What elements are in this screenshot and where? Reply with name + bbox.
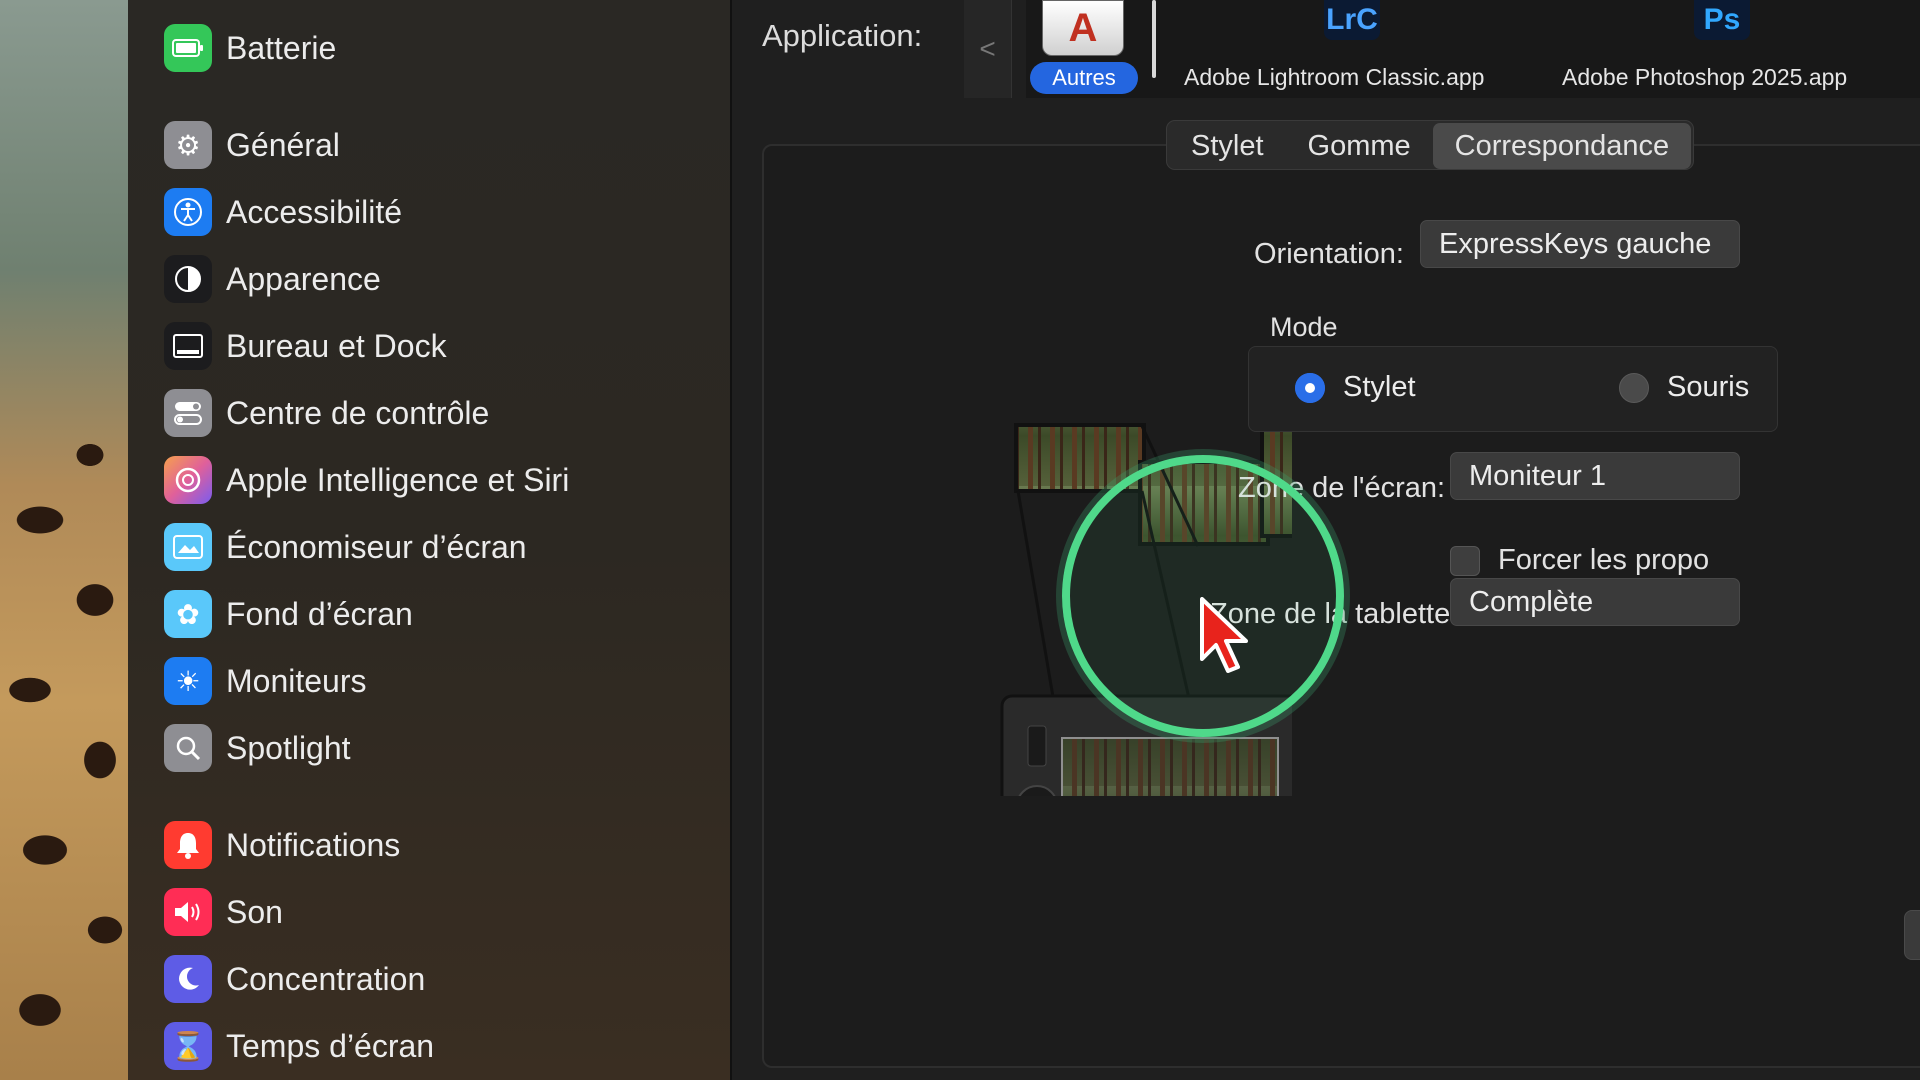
sidebar-item-fond-ecran[interactable]: ✿ Fond d’écran (164, 586, 413, 642)
sidebar-item-label: Accessibilité (226, 193, 403, 230)
desktop-wallpaper (0, 0, 130, 1080)
sidebar-item-batterie[interactable]: Batterie (164, 20, 336, 76)
mouse-cursor-icon (1200, 597, 1248, 673)
sidebar-item-temps-ecran[interactable]: ⌛ Temps d’écran (164, 1018, 434, 1074)
sidebar-item-label: Batterie (226, 29, 337, 66)
gear-icon: ⚙ (164, 121, 212, 169)
mode-stylet-label: Stylet (1343, 371, 1416, 403)
sidebar-item-label: Son (226, 893, 283, 930)
accessibility-icon (164, 188, 212, 236)
wallpaper-icon: ✿ (164, 590, 212, 638)
sidebar-item-label: Spotlight (226, 729, 351, 766)
tablet-preferences-panel: Application: < A Autres LrC Adobe Lightr… (732, 0, 1920, 1080)
partial-button[interactable]: F (1904, 910, 1920, 960)
lightroom-icon[interactable]: LrC (1324, 0, 1380, 40)
sidebar-item-label: Apparence (226, 260, 381, 297)
screensaver-icon (164, 523, 212, 571)
sidebar-item-label: Économiseur d’écran (226, 528, 527, 565)
mode-label: Mode (1270, 312, 1338, 342)
displays-icon: ☀ (164, 657, 212, 705)
force-proportions-checkbox[interactable] (1450, 546, 1480, 576)
sidebar-item-concentration[interactable]: Concentration (164, 951, 425, 1007)
app-photoshop-name[interactable]: Adobe Photoshop 2025.app (1562, 64, 1847, 91)
spotlight-icon (164, 724, 212, 772)
photoshop-icon[interactable]: Ps (1694, 0, 1750, 40)
dock-icon (164, 322, 212, 370)
tablet-area-popup[interactable]: Complète (1450, 578, 1740, 626)
application-label: Application: (762, 18, 923, 53)
screen-area-popup[interactable]: Moniteur 1 (1450, 452, 1740, 500)
sidebar-item-label: Fond d’écran (226, 595, 413, 632)
sidebar-item-bureau-et-dock[interactable]: Bureau et Dock (164, 318, 447, 374)
siri-icon (164, 456, 212, 504)
sidebar-item-label: Centre de contrôle (226, 394, 490, 431)
orientation-popup[interactable]: ExpressKeys gauche (1420, 220, 1740, 268)
sidebar-item-apparence[interactable]: Apparence (164, 251, 381, 307)
sound-icon (164, 888, 212, 936)
mode-souris-radio[interactable] (1619, 373, 1649, 403)
sidebar-item-accessibilite[interactable]: Accessibilité (164, 184, 402, 240)
screen-time-icon: ⌛ (164, 1022, 212, 1070)
sidebar-item-centre-de-controle[interactable]: Centre de contrôle (164, 385, 489, 441)
force-proportions-label: Forcer les propo (1498, 544, 1710, 576)
app-list-divider (1152, 0, 1156, 78)
control-center-icon (164, 389, 212, 437)
mode-stylet-radio[interactable] (1295, 373, 1325, 403)
mode-souris-label: Souris (1667, 371, 1750, 403)
sidebar-item-son[interactable]: Son (164, 884, 283, 940)
sidebar-item-moniteurs[interactable]: ☀ Moniteurs (164, 653, 367, 709)
sidebar-item-label: Notifications (226, 826, 401, 863)
tab-gomme[interactable]: Gomme (1286, 123, 1433, 169)
sidebar-item-economiseur-ecran[interactable]: Économiseur d’écran (164, 519, 527, 575)
mode-group: Stylet Souris (1248, 346, 1778, 432)
sidebar-item-apple-intelligence-siri[interactable]: Apple Intelligence et Siri (164, 452, 569, 508)
sidebar-item-label: Temps d’écran (226, 1027, 435, 1064)
autres-app-icon[interactable]: A (1042, 0, 1124, 56)
sidebar-item-label: Apple Intelligence et Siri (226, 461, 570, 498)
orientation-label: Orientation: (1254, 238, 1404, 270)
tab-correspondance[interactable]: Correspondance (1432, 123, 1692, 169)
notifications-icon (164, 821, 212, 869)
sidebar-item-label: Bureau et Dock (226, 327, 447, 364)
tab-stylet[interactable]: Stylet (1169, 123, 1286, 169)
sidebar-item-notifications[interactable]: Notifications (164, 817, 400, 873)
click-highlight-ring (1062, 455, 1344, 737)
app-list-prev-button[interactable]: < (964, 0, 1012, 98)
sidebar-item-general[interactable]: ⚙ Général (164, 117, 340, 173)
sidebar-item-label: Concentration (226, 960, 426, 997)
settings-tabs: Stylet Gomme Correspondance (1166, 120, 1695, 170)
sidebar-item-label: Général (226, 126, 340, 163)
app-autres[interactable]: Autres (1030, 62, 1138, 94)
appearance-icon (164, 255, 212, 303)
focus-icon (164, 955, 212, 1003)
sidebar-item-spotlight[interactable]: Spotlight (164, 720, 351, 776)
battery-icon (164, 24, 212, 72)
app-lightroom-name[interactable]: Adobe Lightroom Classic.app (1184, 64, 1484, 91)
sidebar-item-label: Moniteurs (226, 662, 367, 699)
settings-sidebar: Batterie ⚙ Général Accessibilité Apparen… (128, 0, 732, 1080)
